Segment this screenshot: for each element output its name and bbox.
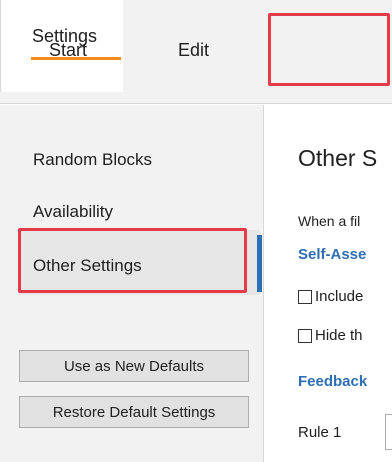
page-title: Other S <box>298 145 378 171</box>
settings-sidebar: Random Blocks Availability Other Setting… <box>0 105 264 462</box>
use-as-new-defaults-button[interactable]: Use as New Defaults <box>19 350 249 382</box>
restore-default-settings-button[interactable]: Restore Default Settings <box>19 396 249 428</box>
include-checkbox[interactable] <box>298 289 312 304</box>
sidebar-selection-indicator <box>257 235 262 292</box>
rule-1-field[interactable] <box>385 414 392 450</box>
tab-edit[interactable]: Edit <box>178 40 209 61</box>
hide-checkbox[interactable] <box>298 328 312 343</box>
tab-settings[interactable]: Settings <box>0 0 123 92</box>
section-heading-self-assessment: Self-Asse <box>298 246 367 263</box>
checkbox-row-include[interactable]: Include <box>298 288 363 305</box>
tab-settings-label: Settings <box>32 26 98 46</box>
sidebar-item-other-settings[interactable]: Other Settings <box>33 256 142 276</box>
description-text: When a fil <box>298 213 361 229</box>
section-heading-feedback: Feedback <box>298 373 368 390</box>
sidebar-item-random-blocks[interactable]: Random Blocks <box>33 150 152 170</box>
include-checkbox-label: Include <box>315 288 364 305</box>
sidebar-item-availability[interactable]: Availability <box>33 202 113 222</box>
rule-label: Rule 1 <box>298 424 342 441</box>
ribbon-tab-bar: Start Edit Settings <box>0 0 392 104</box>
settings-content-pane: Other S When a fil Self-Asse Include Hid… <box>265 105 392 462</box>
hide-checkbox-label: Hide th <box>315 327 363 344</box>
checkbox-row-hide[interactable]: Hide th <box>298 327 363 344</box>
active-tab-underline <box>31 57 121 60</box>
